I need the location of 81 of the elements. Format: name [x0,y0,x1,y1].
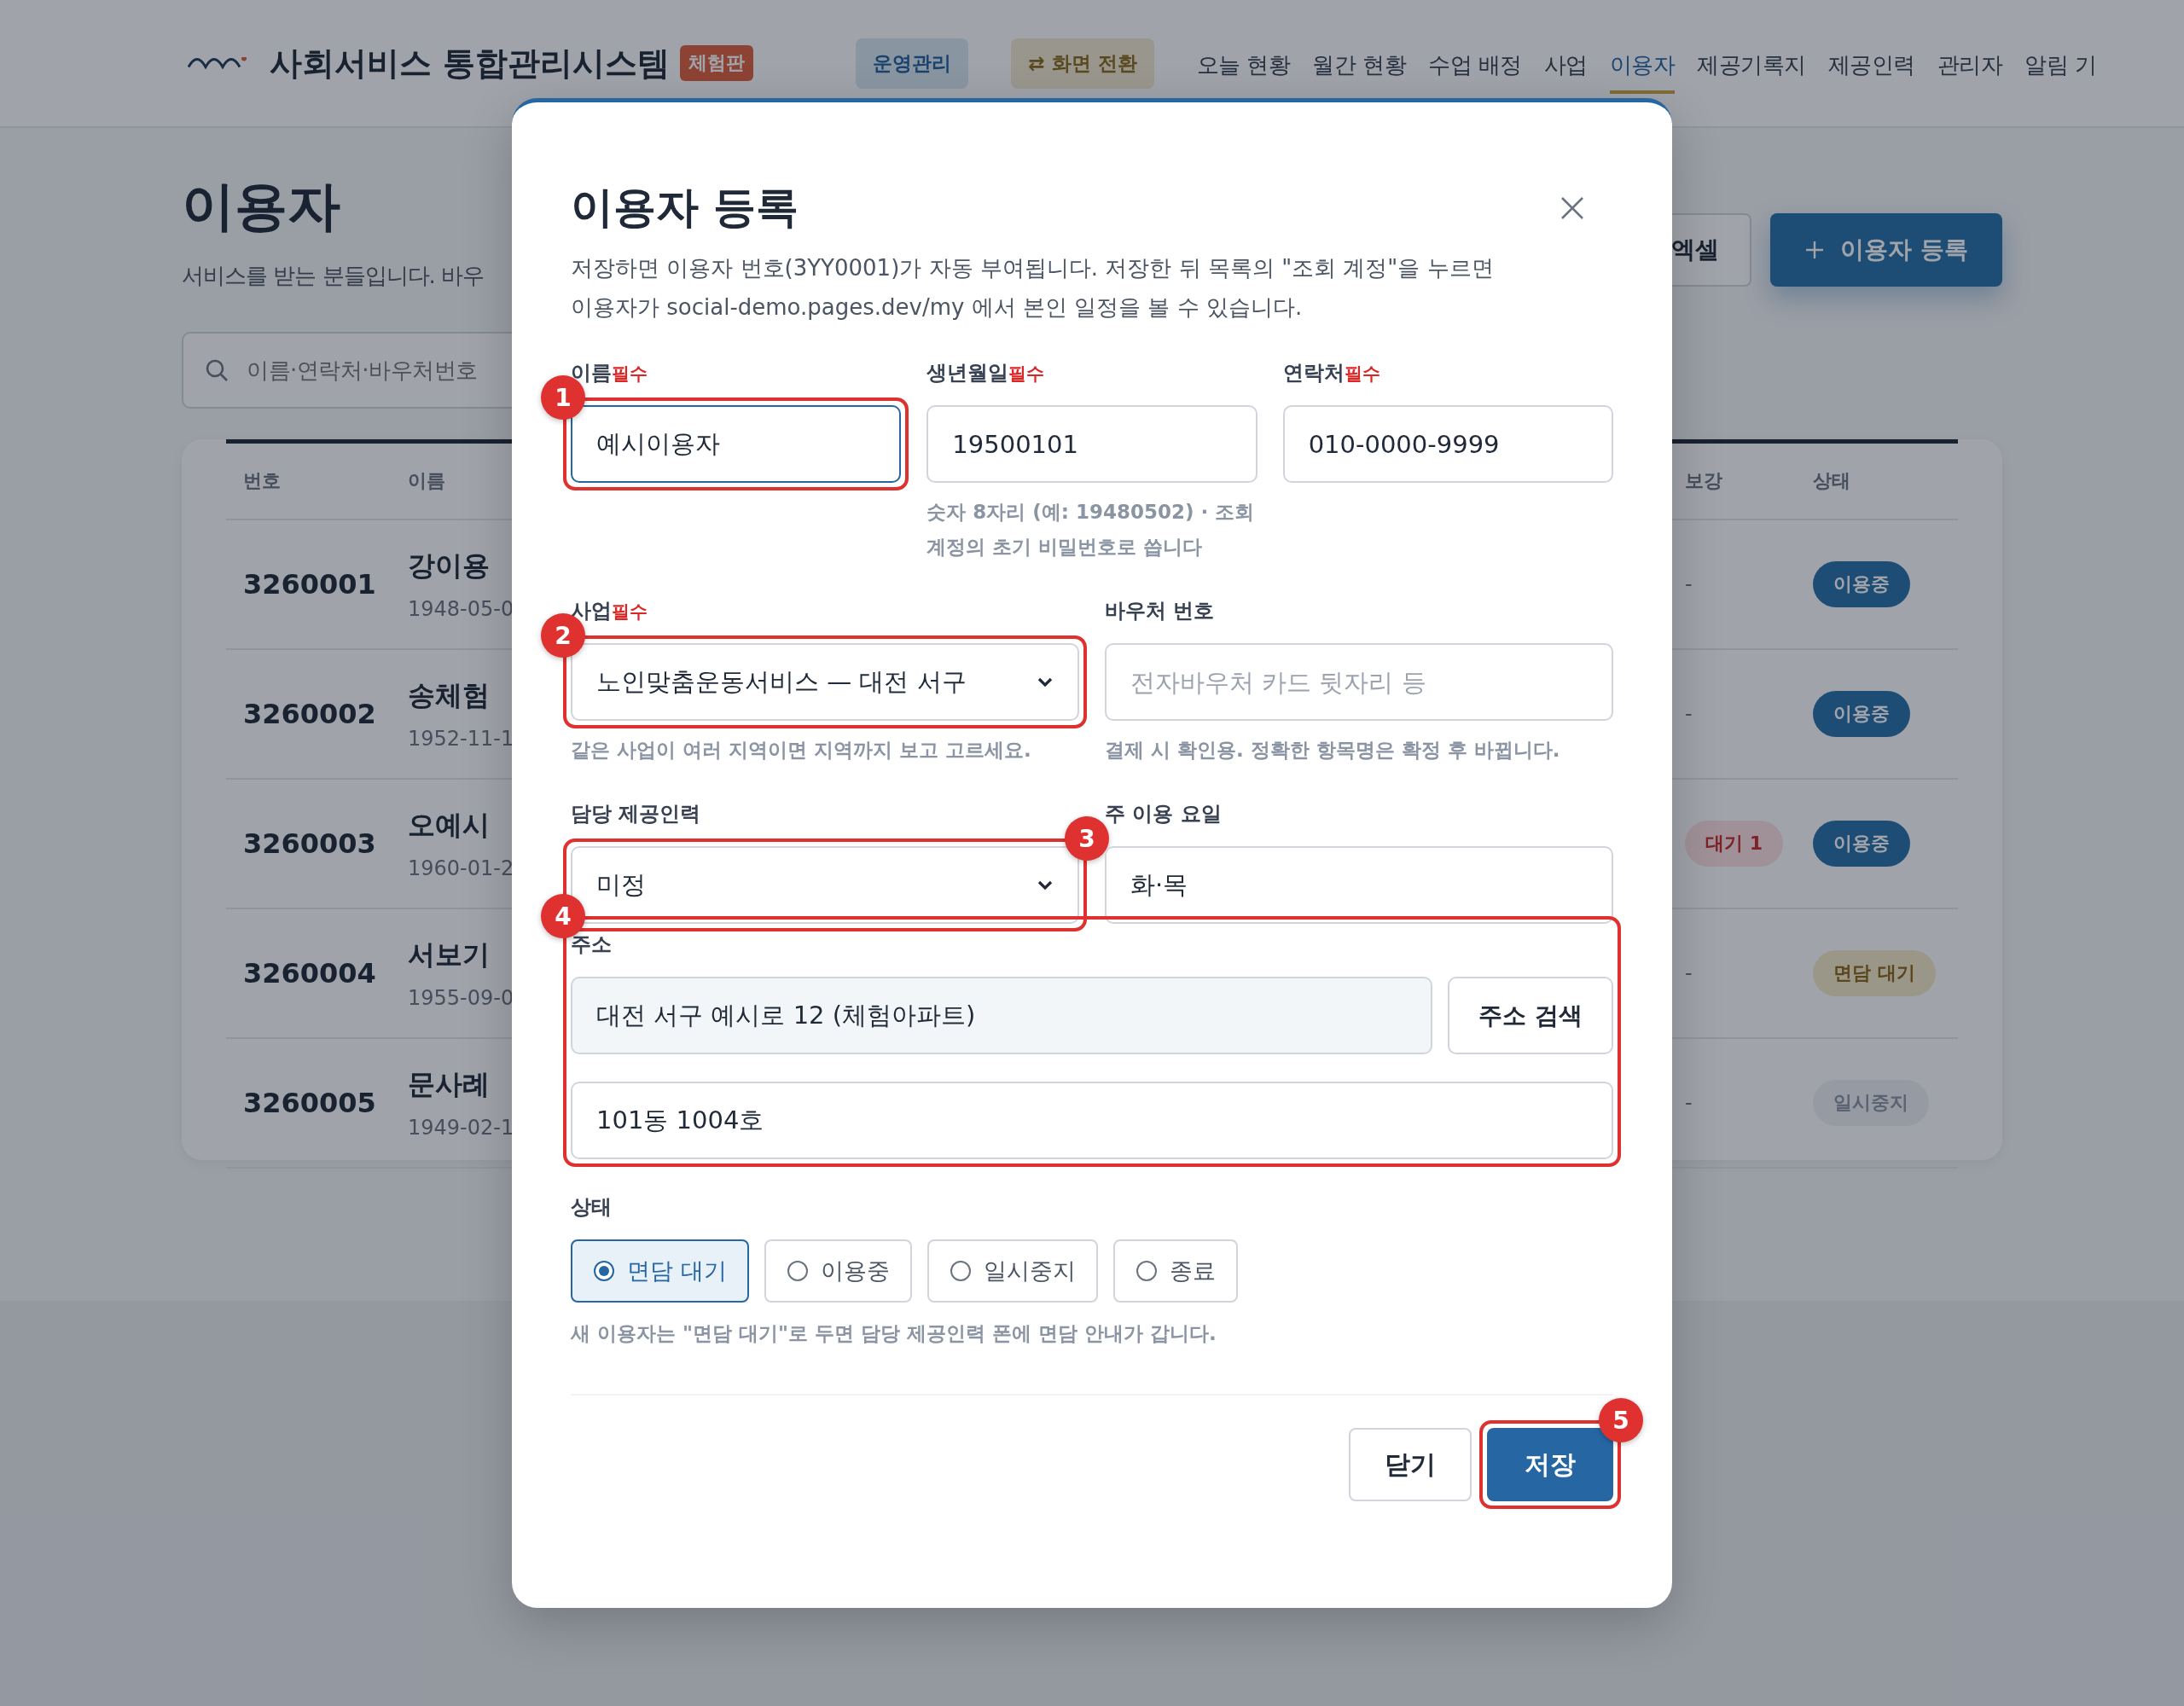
app-title: 사회서비스 통합관리시스템 [270,43,671,84]
help-text: 같은 사업이 여러 지역이면 지역까지 보고 고르세요. [571,738,1032,763]
table-cell-text: 문사례 [408,1067,490,1102]
field-label: 바우처 번호 [1105,598,1216,624]
input-field[interactable]: 대전 서구 예시로 12 (체험아파트) [571,977,1432,1054]
table-cell: 1948-05-0 [408,597,514,621]
nav-item[interactable]: 이용자 [1609,32,1676,94]
column-header: 이름 [408,469,446,493]
help-text: 숫자 8자리 (예: 19480502) · 조회 계정의 초기 비밀번호로 씁니다 [926,500,1256,560]
nav-item[interactable]: 제공인력 [1827,32,1915,94]
radio-icon [1135,1260,1158,1282]
status-tag: 이용중 [1813,691,1910,737]
radio-option[interactable]: 종료 [1112,1239,1238,1303]
nav-item[interactable]: 수업 배정 [1428,32,1522,94]
table-cell: - [1685,1091,1693,1115]
page-title: 이용자 [182,174,341,239]
column-header: 번호 [243,469,282,493]
nav-item[interactable]: 오늘 현황 [1196,32,1291,94]
table-cell-text: 강이용 [408,548,490,583]
column-header: 보강 [1685,469,1723,493]
table-cell: - [1685,702,1693,726]
status-tag: 일시중지 [1813,1080,1929,1126]
table-cell: 1952-11-1 [408,727,514,751]
nav-item[interactable]: 사업 [1543,32,1588,94]
select-field[interactable]: 노인맞춤운동서비스 — 대전 서구 [571,643,1079,721]
dialog-title: 이용자 등록 [571,182,799,234]
page-subtitle: 서비스를 받는 분들입니다. 바우 [182,262,485,290]
radio-option[interactable]: 일시중지 [926,1239,1098,1303]
input-field[interactable]: 101동 1004호 [571,1082,1613,1159]
add-user-button[interactable]: 이용자 등록 [1770,213,2002,287]
help-text: 새 이용자는 "면담 대기"로 두면 담당 제공인력 폰에 면담 안내가 갑니다. [571,1321,1217,1346]
mode-tag: 운영관리 [856,38,969,89]
table-cell-text: 3260001 [243,568,377,601]
close-icon[interactable] [1560,194,1585,221]
input-field[interactable]: 19500101 [926,405,1258,483]
help-text: 결제 시 확인용. 정확한 항목명은 확정 후 바뀝니다. [1105,738,1561,763]
logo-icon [188,57,247,69]
dialog-description: 저장하면 이용자 번호(3YY0001)가 자동 부여됩니다. 저장한 뒤 목록의 "조회 계정"을 누르면 이용자가 social-demo.pages.dev/my 에서 본인 일정을 볼 수 있습니다. [571,254,1495,322]
input-field[interactable]: 전자바우처 카드 뒷자리 등 [1105,643,1613,721]
chevron-down-icon [1037,879,1054,891]
table-cell: 1960-01-2 [408,856,514,880]
status-tag: 면담 대기 [1813,950,1936,996]
field-label: 담당 제공인력 [571,801,702,827]
table-cell: 1955-09-0 [408,986,514,1010]
column-header: 상태 [1813,469,1851,493]
radio-option[interactable]: 면담 대기 [571,1239,749,1303]
table-cell: - [1685,961,1693,985]
table-cell-text: 송체험 [408,678,490,713]
step-number-badge: 5 [1599,1398,1643,1442]
input-field[interactable]: 010-0000-9999 [1282,405,1613,483]
field-label: 상태 [571,1194,613,1221]
table-cell-text: 오예시 [408,808,490,843]
radio-icon [786,1260,809,1282]
status-tag: 이용중 [1813,821,1910,867]
edition-tag: 체험판 [680,45,754,81]
nav-item[interactable]: 알림 기 [2024,32,2097,94]
input-field[interactable]: 예시이용자 [571,405,902,483]
table-cell: - [1685,572,1693,596]
table-cell-text: 서보기 [408,937,490,972]
nav-item[interactable]: 월간 현황 [1312,32,1407,94]
step-number-badge: 3 [1065,816,1109,861]
address-search-button[interactable]: 주소 검색 [1448,977,1613,1054]
field-label: 연락처필수 [1282,360,1381,386]
chevron-down-icon [1037,676,1054,688]
search-icon [204,357,229,383]
table-cell-text: 3260002 [243,698,377,730]
dialog-button[interactable]: 닫기 [1349,1428,1472,1501]
nav-item[interactable]: 관리자 [1937,32,2003,94]
makeup-tag: 대기 1 [1685,821,1783,867]
plus-icon [1804,240,1826,260]
radio-option[interactable]: 이용중 [764,1239,912,1303]
field-label: 생년월일필수 [926,360,1046,386]
table-cell-text: 3260003 [243,827,377,860]
table-cell: 1949-02-1 [408,1116,514,1140]
status-tag: 이용중 [1813,561,1910,607]
table-cell-text: 3260004 [243,957,377,989]
radio-icon [593,1260,615,1282]
dialog-button[interactable]: 저장 [1487,1428,1613,1501]
table-cell-text: 3260005 [243,1087,377,1119]
radio-icon [949,1260,972,1282]
nav-item[interactable]: 제공기록지 [1697,32,1806,94]
